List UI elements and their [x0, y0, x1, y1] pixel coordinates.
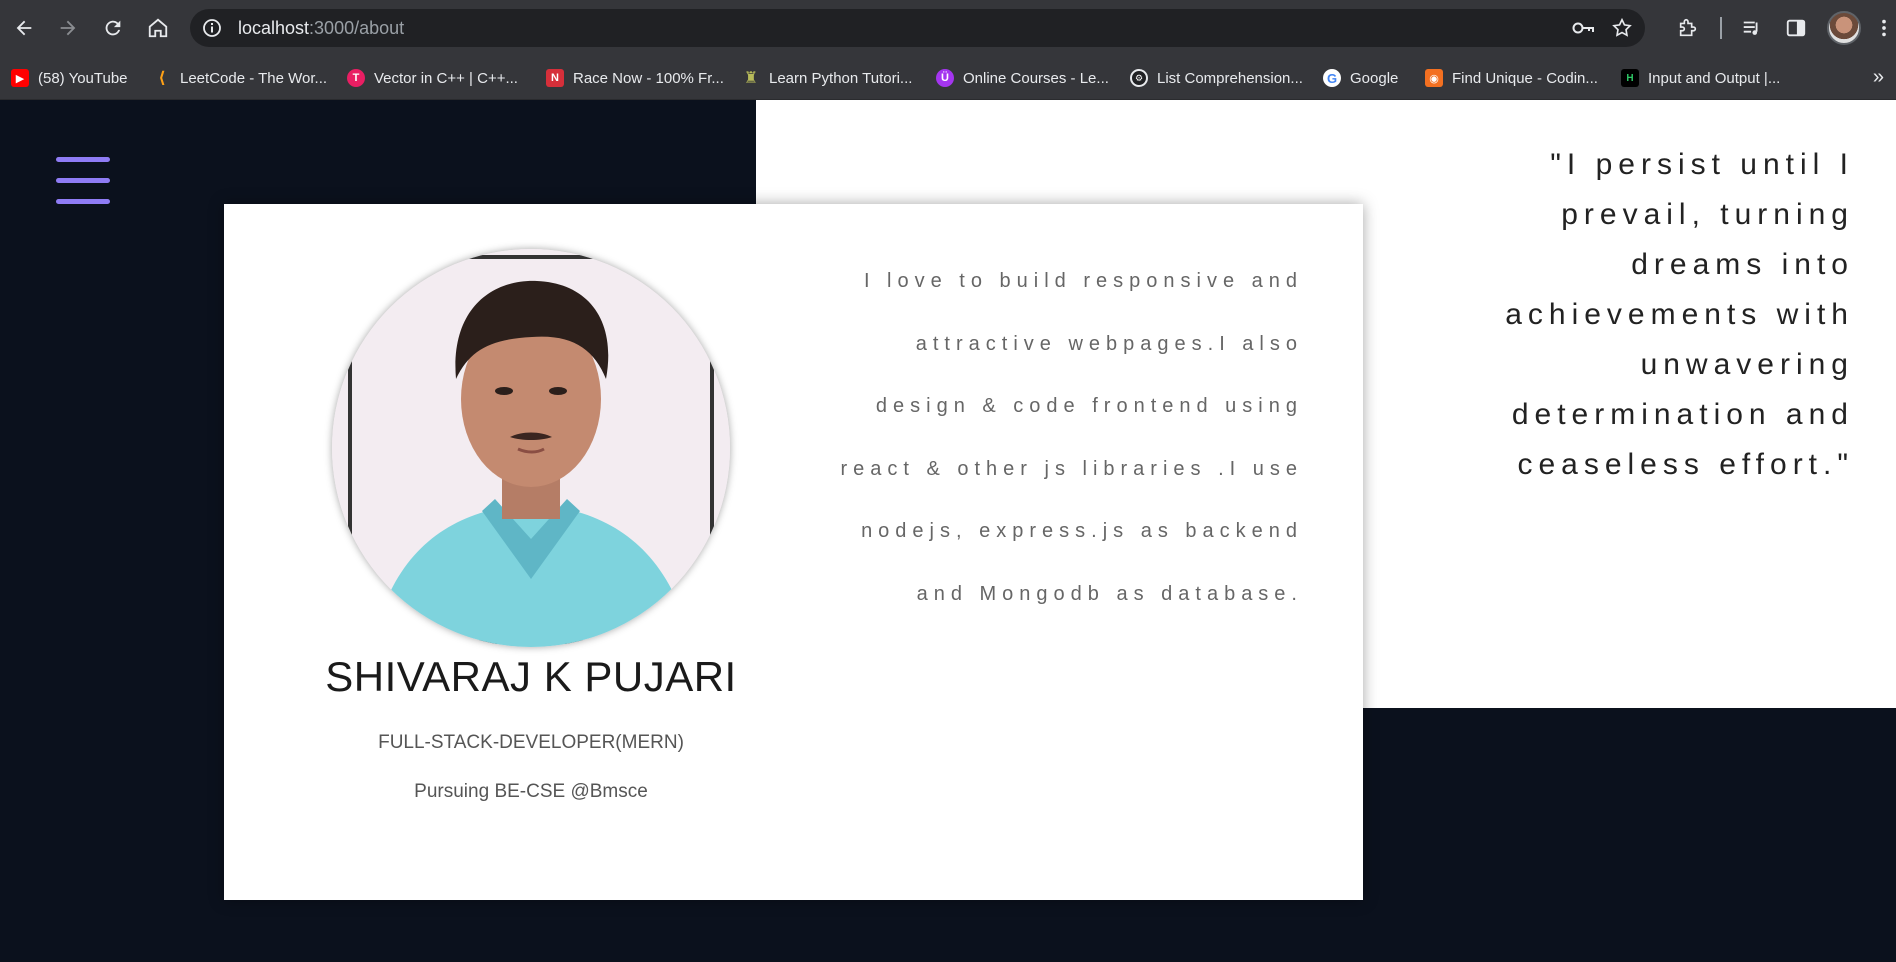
udemy-icon: Ü: [936, 69, 954, 87]
nitrotype-icon: N: [546, 69, 564, 87]
about-description: I love to build responsive and attractiv…: [840, 270, 1303, 605]
motto-quote: "I persist until I prevail, turning drea…: [1505, 148, 1854, 481]
reload-icon: [105, 20, 121, 36]
hamburger-menu-icon[interactable]: [56, 157, 110, 207]
profile-role: FULL-STACK-DEVELOPER(MERN): [378, 732, 684, 753]
address-bar[interactable]: localhost:3000/about: [190, 9, 1645, 47]
menu-bar-line: [56, 178, 110, 183]
bookmark-label: Vector in C++ | C++...: [374, 69, 518, 87]
youtube-icon: ▶: [11, 69, 29, 87]
bookmark-label: Google: [1350, 69, 1399, 87]
reload-button[interactable]: [97, 12, 129, 44]
person-portrait-icon: [332, 249, 730, 647]
bookmark-label: Find Unique - Codin...: [1452, 69, 1598, 87]
puzzle-icon: [1679, 18, 1697, 37]
bookmark-online-courses[interactable]: Ü Online Courses - Le...: [936, 56, 1109, 100]
extensions-button[interactable]: [1672, 12, 1704, 44]
bookmark-learn-python[interactable]: ♜ Learn Python Tutori...: [742, 56, 913, 100]
kebab-menu-icon: [1882, 19, 1886, 37]
hackerrank-icon: H: [1621, 69, 1639, 87]
toolbar-divider: [1720, 17, 1722, 39]
codingninjas-icon: ◉: [1425, 69, 1443, 87]
forward-arrow-icon: [60, 20, 76, 36]
more-bookmarks-chevron-icon[interactable]: »: [1873, 66, 1884, 89]
back-arrow-icon: [16, 20, 32, 36]
leetcode-icon: ⟨: [158, 70, 166, 87]
about-page: "I persist until I prevail, turning drea…: [0, 100, 1896, 962]
forward-button[interactable]: [52, 12, 84, 44]
home-icon: [148, 18, 168, 38]
menu-bar-line: [56, 199, 110, 204]
bookmark-find-unique[interactable]: ◉ Find Unique - Codin...: [1425, 56, 1598, 100]
bookmark-leetcode[interactable]: ⟨ LeetCode - The Wor...: [153, 56, 327, 100]
profile-name: SHIVARAJ K PUJARI: [325, 653, 737, 700]
bookmark-youtube[interactable]: ▶ (58) YouTube: [11, 56, 128, 100]
bookmark-label: Learn Python Tutori...: [769, 69, 913, 87]
browser-toolbar: localhost:3000/about: [0, 0, 1896, 56]
google-icon: G: [1323, 69, 1341, 87]
url-host: localhost: [238, 18, 310, 38]
bookmark-label: (58) YouTube: [38, 69, 128, 87]
home-button[interactable]: [142, 12, 174, 44]
bookmark-vector-cpp[interactable]: T Vector in C++ | C++...: [347, 56, 518, 100]
url-path: :3000/about: [309, 18, 405, 38]
bookmark-input-output[interactable]: H Input and Output |...: [1621, 56, 1780, 100]
playlist-icon: [1743, 21, 1758, 35]
profile-avatar[interactable]: [1827, 11, 1861, 45]
bookmark-label: Race Now - 100% Fr...: [573, 69, 724, 87]
bookmark-race-now[interactable]: N Race Now - 100% Fr...: [546, 56, 724, 100]
bookmark-label: Input and Output |...: [1648, 69, 1781, 87]
menu-bar-line: [56, 157, 110, 162]
side-panel-button[interactable]: [1780, 12, 1812, 44]
profile-card: SHIVARAJ K PUJARI FULL-STACK-DEVELOPER(M…: [224, 204, 1363, 900]
browser-menu-button[interactable]: [1868, 12, 1896, 44]
bookmarks-bar: ▶ (58) YouTube ⟨ LeetCode - The Wor... T…: [0, 56, 1896, 100]
back-button[interactable]: [8, 12, 40, 44]
bookmark-label: List Comprehension...: [1157, 69, 1303, 87]
site-info-icon[interactable]: [202, 18, 222, 38]
bookmark-google[interactable]: G Google: [1323, 56, 1398, 100]
profile-photo: [332, 249, 730, 647]
media-control-button[interactable]: [1736, 12, 1768, 44]
gear-site-icon: ⚙: [1130, 69, 1148, 87]
url-text[interactable]: localhost:3000/about: [238, 18, 404, 39]
bookmark-label: Online Courses - Le...: [963, 69, 1109, 87]
bookmark-star-icon[interactable]: [1611, 17, 1633, 39]
bookmark-list-comprehension[interactable]: ⚙ List Comprehension...: [1130, 56, 1303, 100]
key-icon[interactable]: [1571, 18, 1595, 38]
profile-education: Pursuing BE-CSE @Bmsce: [414, 781, 648, 802]
side-panel-icon: [1786, 19, 1806, 37]
python-tutorial-icon: ♜: [743, 70, 759, 87]
tpoint-icon: T: [347, 69, 365, 87]
bookmark-label: LeetCode - The Wor...: [180, 69, 328, 87]
